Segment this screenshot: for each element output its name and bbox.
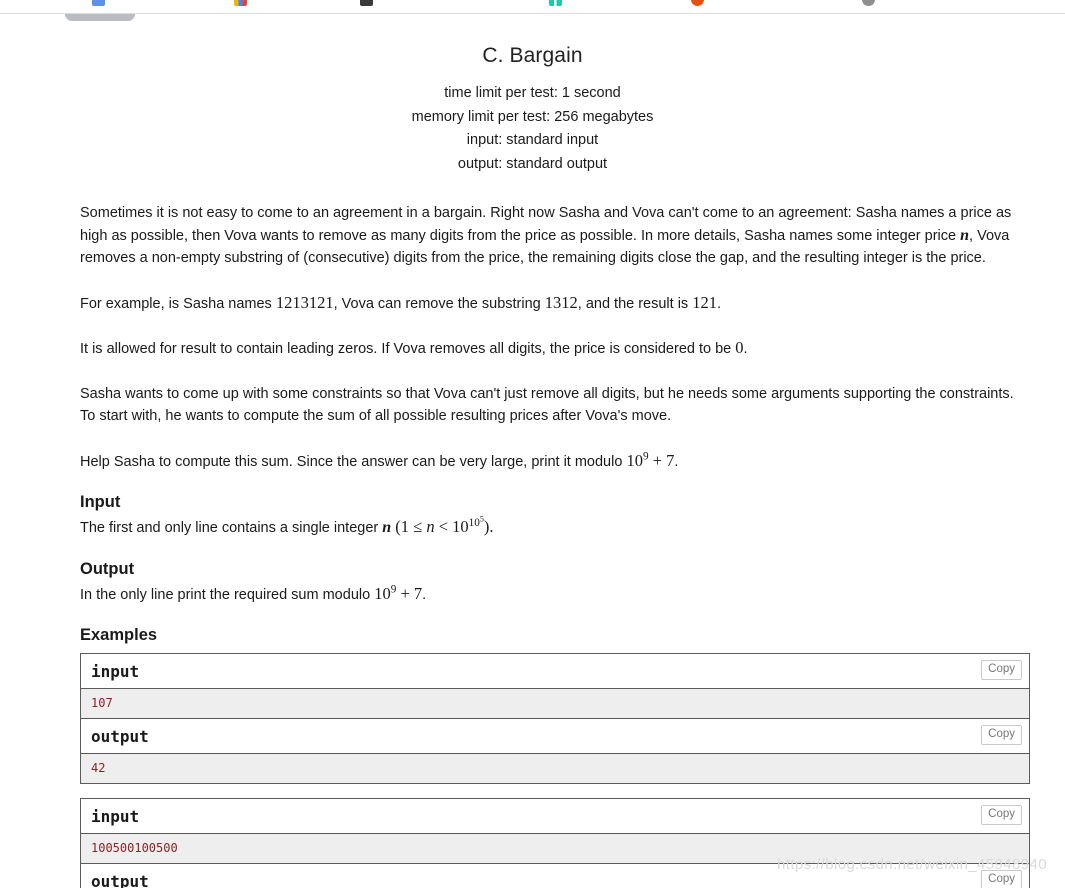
statement-paragraph-1: Sometimes it is not easy to come to an a…	[80, 202, 1030, 270]
copy-button-sample-1-output[interactable]: Copy	[981, 725, 1022, 745]
constraint-rel: < 10	[434, 517, 469, 536]
input-var-n: n	[382, 519, 392, 536]
output-desc-text: In the only line print the required sum …	[80, 586, 375, 603]
copy-button-sample-2-output[interactable]: Copy	[981, 870, 1022, 888]
p2-text-a: For example, is Sasha names	[80, 295, 276, 312]
sample-1-input-label-text: input	[91, 662, 140, 681]
gray-circle-icon[interactable]	[862, 0, 875, 6]
p5-mod-base: 10	[626, 450, 643, 470]
sample-2-output-label-text: output	[91, 872, 149, 888]
sample-test-1: input Copy 107 output Copy 42	[80, 653, 1030, 784]
sample-test-separator	[80, 784, 1030, 798]
sample-2-output-label: output Copy	[81, 864, 1029, 888]
constraint-exp: 105	[468, 514, 484, 529]
blue-square-icon[interactable]	[92, 0, 105, 6]
p5-period: .	[674, 453, 679, 470]
constraint-exp-base: 10	[468, 516, 480, 529]
p3-number-zero: 0	[735, 338, 744, 357]
sample-test-2-block: input Copy 100500100500 output Copy 4281…	[80, 798, 1030, 888]
sample-1-input-label: input Copy	[81, 654, 1029, 689]
p5-mod-tail: + 7	[648, 450, 675, 470]
memory-limit: memory limit per test: 256 megabytes	[411, 108, 654, 125]
problem-body: Sometimes it is not easy to come to an a…	[0, 202, 1065, 888]
sample-1-output-label-text: output	[91, 727, 149, 746]
output-section-text: In the only line print the required sum …	[80, 583, 1030, 607]
output-section-heading: Output	[80, 559, 135, 578]
constraint-open: (1 ≤	[391, 517, 427, 536]
problem-limits: time limit per test: 1 second memory lim…	[0, 82, 1065, 176]
statement-paragraph-2: For example, is Sasha names 1213121, Vov…	[80, 292, 1030, 316]
examples-heading: Examples	[80, 626, 158, 644]
p1-text-a: Sometimes it is not easy to come to an a…	[80, 205, 1012, 244]
input-constraint: (1 ≤ n < 10105).	[391, 514, 494, 536]
sample-1-output-value: 42	[81, 754, 1029, 783]
sample-1-input-value: 107	[81, 689, 1029, 719]
p2-text-d: .	[716, 295, 721, 312]
problem-statement: C. Bargain time limit per test: 1 second…	[0, 22, 1065, 888]
input-desc-text: The first and only line contains a singl…	[80, 520, 383, 536]
output-mode: output: standard output	[457, 155, 608, 172]
p2-text-b: , Vova can remove the substring	[333, 295, 545, 312]
time-limit: time limit per test: 1 second	[444, 85, 621, 101]
copy-button-sample-1-input[interactable]: Copy	[981, 660, 1022, 680]
teal-brackets-icon[interactable]	[549, 0, 562, 6]
sample-test-1-block: input Copy 107 output Copy 42	[80, 653, 1030, 784]
p5-modulo-expression: 109 + 7	[626, 450, 675, 470]
sample-2-input-label: input Copy	[81, 799, 1029, 834]
statement-paragraph-5: Help Sasha to compute this sum. Since th…	[80, 450, 1030, 474]
p2-text-c: , and the result is	[577, 295, 693, 312]
page-root: C. Bargain time limit per test: 1 second…	[0, 0, 1065, 888]
sample-2-input-label-text: input	[91, 807, 140, 826]
constraint-var-n: n	[426, 517, 435, 536]
active-browser-tab[interactable]	[65, 14, 135, 21]
input-mode: input: standard input	[466, 132, 599, 148]
sample-1-output-label: output Copy	[81, 719, 1029, 754]
p2-number-121: 121	[692, 292, 717, 312]
constraint-close: ).	[483, 517, 494, 536]
statement-paragraph-4: Sasha wants to come up with some constra…	[80, 383, 1030, 428]
output-mod-tail: + 7	[396, 583, 423, 603]
output-mod-base: 10	[374, 583, 391, 603]
p4-text: Sasha wants to come up with some constra…	[80, 385, 1014, 425]
orange-circle-icon[interactable]	[691, 0, 704, 6]
output-period: .	[422, 586, 427, 603]
statement-paragraph-3: It is allowed for result to contain lead…	[80, 337, 1030, 361]
p3-text-a: It is allowed for result to contain lead…	[80, 341, 736, 357]
copy-button-sample-2-input[interactable]: Copy	[981, 805, 1022, 825]
input-section-heading: Input	[80, 493, 121, 511]
page-title: C. Bargain	[482, 44, 583, 67]
p5-text: Help Sasha to compute this sum. Since th…	[80, 453, 627, 470]
sample-test-2: input Copy 100500100500 output Copy 4281…	[80, 798, 1030, 888]
output-modulo-expression: 109 + 7	[374, 583, 423, 603]
p2-number-1213121: 1213121	[275, 292, 334, 312]
input-section-text: The first and only line contains a singl…	[80, 514, 1030, 540]
browser-tab-strip	[0, 0, 1065, 14]
p3-text-b: .	[743, 341, 748, 357]
p2-number-1312: 1312	[544, 292, 578, 312]
tab-strip-divider	[0, 13, 1065, 14]
google-colors-icon[interactable]	[234, 0, 247, 6]
p1-var-n: n	[960, 226, 970, 244]
sample-2-input-value: 100500100500	[81, 834, 1029, 864]
dark-page-icon[interactable]	[360, 0, 373, 6]
